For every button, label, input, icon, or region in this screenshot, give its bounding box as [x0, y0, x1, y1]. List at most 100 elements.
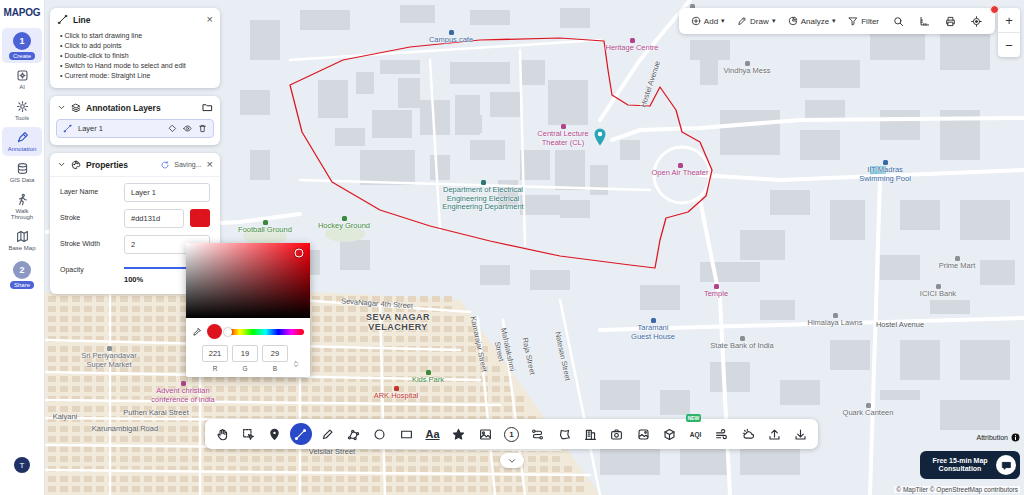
- upload-tool[interactable]: [764, 423, 786, 445]
- chevron-down-icon: [507, 456, 517, 466]
- color-swatch[interactable]: [190, 209, 210, 227]
- collapse-toolbar-button[interactable]: [500, 453, 524, 468]
- consultation-button[interactable]: Free 15-min Map Consultation: [920, 451, 1020, 479]
- channel-input[interactable]: 19: [232, 345, 258, 362]
- rail-item[interactable]: AI: [2, 65, 42, 94]
- polygon-tool[interactable]: [553, 423, 575, 445]
- measure-button[interactable]: [913, 16, 935, 27]
- circle-tool[interactable]: [369, 423, 391, 445]
- close-button[interactable]: ×: [207, 159, 213, 170]
- map-label: Football Ground: [236, 220, 294, 235]
- wind-tool[interactable]: [711, 423, 733, 445]
- user-avatar[interactable]: T: [14, 457, 30, 473]
- locate-icon: [971, 16, 982, 27]
- rectangle-tool[interactable]: [395, 423, 417, 445]
- rail-item[interactable]: 1Create: [2, 28, 42, 63]
- poi-icon: [936, 284, 941, 289]
- stroke-input[interactable]: #dd131d: [124, 209, 184, 228]
- map-label: Hostel Avenue: [874, 321, 926, 330]
- download-tool[interactable]: [790, 423, 812, 445]
- rail-item[interactable]: Tools: [2, 96, 42, 125]
- poi-icon: [561, 124, 566, 129]
- eye-icon[interactable]: [183, 124, 192, 133]
- folder-icon[interactable]: [202, 102, 213, 113]
- search-button[interactable]: [887, 16, 909, 27]
- layers-icon: [71, 103, 81, 113]
- route-tool[interactable]: [527, 423, 549, 445]
- tools-icon: [16, 100, 29, 113]
- rail-item[interactable]: Annotation: [2, 127, 42, 156]
- add-button[interactable]: Add▾: [687, 13, 729, 29]
- star-tool[interactable]: [448, 423, 470, 445]
- poi-icon: [745, 61, 750, 66]
- hue-thumb[interactable]: [224, 328, 232, 336]
- step-badge: 2: [13, 261, 31, 279]
- line-icon: [294, 428, 307, 441]
- help-line: • Current mode: Straight Line: [60, 71, 212, 81]
- rail-item[interactable]: 2Share: [2, 257, 42, 292]
- logo[interactable]: MAPOG: [4, 0, 41, 28]
- hand-tool[interactable]: [211, 423, 233, 445]
- close-button[interactable]: ×: [207, 14, 213, 25]
- text-tool[interactable]: Aa: [422, 423, 444, 445]
- rail-item[interactable]: Base Map: [2, 226, 42, 255]
- building-tool[interactable]: [579, 423, 601, 445]
- format-toggle-icon[interactable]: [292, 360, 300, 368]
- line-tool[interactable]: [290, 423, 312, 445]
- map-label: Taramani Guest House: [630, 318, 676, 341]
- help-line: • Click to add points: [60, 41, 212, 51]
- rail-item[interactable]: GIS Data: [2, 158, 42, 187]
- weather-tool[interactable]: [737, 423, 759, 445]
- location-pin-icon[interactable]: [594, 128, 606, 146]
- zoom-out-button[interactable]: −: [998, 32, 1020, 57]
- text-input[interactable]: Layer 1: [124, 183, 210, 202]
- channel-input[interactable]: 29: [262, 345, 288, 362]
- palette-icon: [71, 160, 81, 170]
- polyline-tool[interactable]: [343, 423, 365, 445]
- analyze-button[interactable]: Analyze▾: [784, 13, 840, 29]
- filter-button[interactable]: Filter: [844, 13, 883, 29]
- cube-icon: [663, 428, 676, 441]
- spinner-icon: [161, 161, 169, 169]
- image-tool[interactable]: [474, 423, 496, 445]
- ai-icon: [16, 69, 29, 82]
- zoom-in-button[interactable]: +: [998, 8, 1020, 32]
- attribution-toggle[interactable]: Attribution: [976, 433, 1020, 442]
- poi-icon: [955, 256, 960, 261]
- photo-tool[interactable]: [632, 423, 654, 445]
- property-row: Stroke#dd131d: [60, 209, 210, 228]
- locate-button[interactable]: [965, 16, 987, 27]
- poi-icon: [394, 386, 399, 391]
- draw-button[interactable]: Draw▾: [733, 13, 780, 29]
- poi-icon: [426, 370, 431, 375]
- poi-icon: [651, 318, 656, 323]
- chevron-icon[interactable]: [57, 103, 66, 112]
- poi-icon: [630, 38, 635, 43]
- aqi-tool[interactable]: AQINEW: [685, 423, 707, 445]
- image-icon: [479, 428, 492, 441]
- camera-tool[interactable]: [606, 423, 628, 445]
- eyedropper-icon[interactable]: [192, 327, 202, 337]
- line-help-panel: Line×• Click to start drawing line• Clic…: [50, 8, 220, 88]
- hue-slider[interactable]: [227, 329, 304, 335]
- map-label: Quark Canteen: [840, 403, 896, 418]
- marker-tool[interactable]: [264, 423, 286, 445]
- color-picker: 221R19G29B: [186, 243, 310, 377]
- map-label: Advent christian conference of india: [146, 381, 220, 404]
- picker-handle[interactable]: [295, 249, 304, 258]
- rail-item[interactable]: Walk Through: [2, 189, 42, 225]
- layer-row[interactable]: Layer 1: [56, 119, 214, 138]
- saturation-area[interactable]: [186, 243, 310, 318]
- channel-input[interactable]: 221: [202, 345, 228, 362]
- trash-icon[interactable]: [198, 124, 207, 133]
- number-marker-tool[interactable]: 1: [500, 423, 522, 445]
- freehand-tool[interactable]: [316, 423, 338, 445]
- camera-icon: [610, 428, 623, 441]
- cube-tool[interactable]: [658, 423, 680, 445]
- print-button[interactable]: [939, 16, 961, 27]
- chevron-icon[interactable]: [57, 160, 66, 169]
- poi-icon: [740, 336, 745, 341]
- poi-icon: [481, 180, 486, 185]
- locate-icon[interactable]: [168, 124, 177, 133]
- select-tool[interactable]: [237, 423, 259, 445]
